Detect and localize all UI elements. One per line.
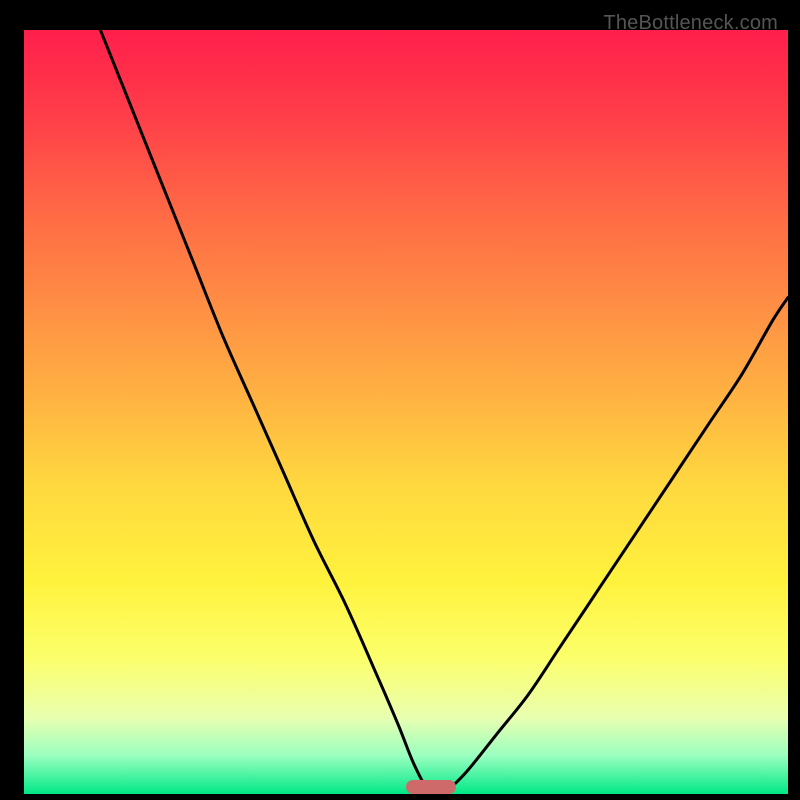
curve-path [100,30,788,794]
minimum-marker [406,780,456,794]
chart-frame: TheBottleneck.com [12,12,788,788]
plot-area [24,30,788,794]
bottleneck-curve [24,30,788,794]
